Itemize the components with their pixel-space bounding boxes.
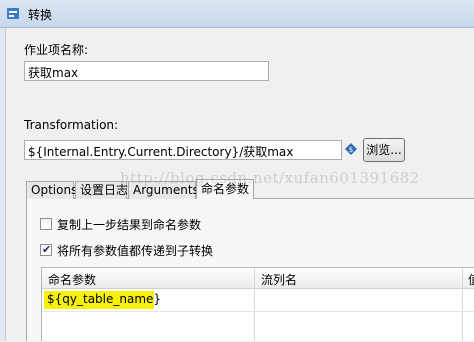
left-border-strip	[0, 28, 6, 341]
column-header-value[interactable]: 值	[468, 271, 474, 288]
pass-all-params-checkbox[interactable]: ✔	[40, 243, 52, 256]
watermark-text: http://blog.csdn.net/xufan601391682	[120, 169, 420, 187]
copy-results-checkbox[interactable]	[40, 218, 52, 230]
column-header-parameter[interactable]: 命名参数	[48, 271, 96, 288]
browse-button[interactable]: 浏览...	[363, 138, 405, 162]
transformation-label: Transformation:	[24, 118, 119, 132]
job-name-label: 作业项名称:	[24, 43, 89, 57]
table-header: 命名参数 流列名 值	[42, 268, 474, 289]
tab-options[interactable]: Options	[26, 181, 77, 199]
svg-text:$: $	[349, 146, 353, 154]
job-name-input[interactable]: 获取max	[24, 61, 269, 81]
column-divider	[254, 268, 255, 342]
transformation-path-input[interactable]: ${Internal.Entry.Current.Directory}/获取ma…	[24, 140, 342, 160]
column-header-stream-column[interactable]: 流列名	[261, 271, 297, 288]
kettle-app-icon	[7, 8, 19, 19]
checkmark-icon: ✔	[42, 243, 52, 256]
title-bar[interactable]: 转换	[0, 0, 474, 28]
table-cell-parameter[interactable]: ${qy_table_name}	[47, 292, 161, 306]
window-title: 转换	[28, 8, 53, 22]
copy-results-label: 复制上一步结果到命名参数	[57, 218, 202, 232]
row-divider	[42, 311, 474, 312]
pass-all-params-label: 将所有参数值都传递到子转换	[57, 244, 214, 258]
column-divider	[462, 268, 463, 342]
variable-diamond-icon[interactable]: $	[345, 143, 357, 155]
